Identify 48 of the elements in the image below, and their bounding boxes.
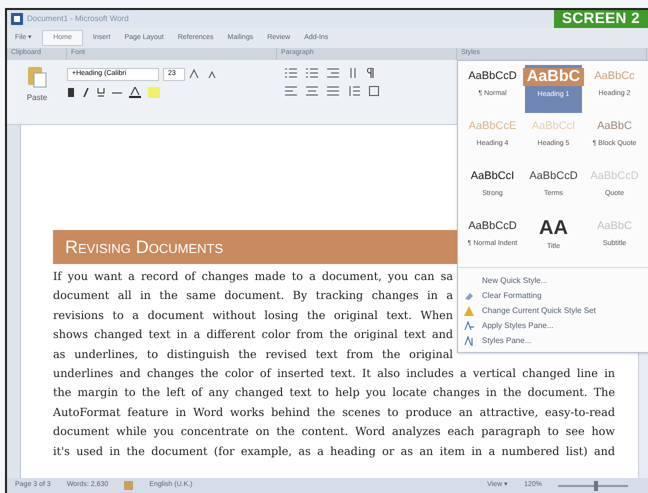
- paragraph-line: document while you concentrate on the content. Word analyzes each paragraph to see how: [53, 424, 615, 440]
- paragraph-line: AutoFormat feature in Word works behind the scenes to produce an attractive, easy-to-read: [53, 404, 615, 421]
- styles-pane-icon: [464, 336, 474, 346]
- warning-icon: [464, 306, 474, 316]
- menu-item[interactable]: Apply Styles Pane...: [482, 320, 554, 332]
- menu-item[interactable]: Clear Formatting: [482, 290, 542, 302]
- underline-icon[interactable]: [97, 88, 105, 96]
- paragraph-line: it's used in the document (for example, as a heading or as an item in a numbered list) and: [53, 444, 615, 460]
- style-preview: AaBbCcD: [468, 69, 517, 84]
- style-preview: AaBbCcI: [532, 119, 576, 134]
- menu-item[interactable]: Change Current Quick Style Set: [482, 305, 596, 317]
- word-app-icon: [11, 13, 23, 25]
- style-preview: AaBbC: [597, 219, 632, 234]
- style-preview: AaBbCcD: [529, 169, 578, 184]
- style-preview: AaBbCc: [594, 69, 635, 84]
- window-title: Document1 - Microsoft Word: [27, 13, 129, 25]
- screen-label: SCREEN 2: [554, 10, 648, 28]
- paragraph-line: underlines and changes the color of inserted text. It also includes a vertical changed line in: [53, 366, 615, 382]
- style-preview: AaBbC: [522, 68, 584, 86]
- italic-icon[interactable]: [82, 88, 90, 96]
- line-spacing-icon[interactable]: [348, 86, 360, 96]
- numbering-icon[interactable]: [306, 68, 318, 78]
- style-preview: AaBbCcI: [470, 169, 514, 184]
- eraser-icon: [464, 291, 474, 301]
- menu-item[interactable]: Styles Pane...: [482, 335, 532, 347]
- paste-button[interactable]: Paste: [26, 92, 48, 104]
- borders-icon[interactable]: [369, 86, 379, 96]
- paragraph-line: document all in the same document. By tracking changes in a: [53, 288, 453, 304]
- bullets-icon[interactable]: [285, 68, 297, 78]
- paragraph-line: shows changed text in a different color from the original text and: [53, 327, 453, 344]
- style-preview: AaBbC: [597, 119, 632, 134]
- style-preview: AaBbCcD: [468, 219, 517, 234]
- paragraph-line: If you want a record of changes made to a document, you can sa: [53, 269, 453, 285]
- style-preview: AaBbCcE: [468, 119, 516, 134]
- align-left-icon[interactable]: [285, 86, 297, 96]
- paragraph-line: as underlines, to distinguish the revised text from the original: [53, 346, 453, 363]
- document-heading: Revising Documents: [65, 236, 224, 258]
- paragraph-line: revisions to a document without losing the original text. When: [53, 308, 453, 324]
- pilcrow-icon[interactable]: [367, 68, 375, 78]
- style-icon: [464, 321, 474, 331]
- menu-item[interactable]: New Quick Style...: [482, 275, 548, 287]
- zoom-slider-thumb[interactable]: [594, 480, 598, 490]
- align-center-icon[interactable]: [306, 86, 318, 96]
- style-preview: AA: [539, 218, 568, 238]
- justify-icon[interactable]: [327, 86, 339, 96]
- indent-icon[interactable]: [327, 68, 339, 78]
- font-color-icon[interactable]: [129, 86, 141, 98]
- paragraph-line: the margin to the left of any changed text to help you locate changes in the document. The: [53, 385, 615, 402]
